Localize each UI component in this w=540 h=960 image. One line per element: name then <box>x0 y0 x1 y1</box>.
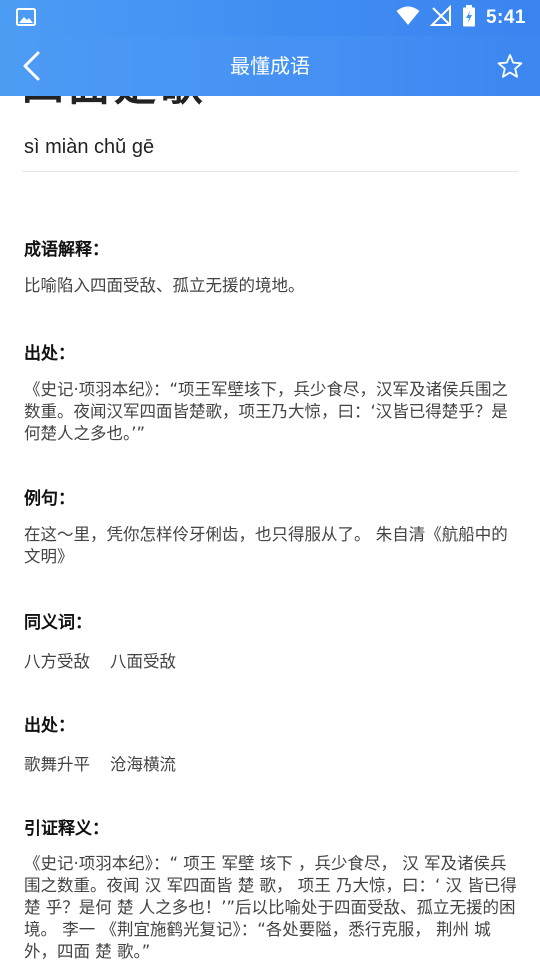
status-bar: 5:41 <box>0 0 540 36</box>
source-text: 《史记·项羽本纪》：“项王军壁垓下，兵少食尽，汉军及诸侯兵围之数重。夜闻汉军四面… <box>24 380 509 443</box>
wifi-icon <box>396 6 420 30</box>
idiom-title: 四面楚歌 <box>22 96 206 113</box>
antonyms-list: 歌舞升平 沧海横流 <box>24 751 176 775</box>
meaning-label: 成语解释： <box>24 240 109 260</box>
citation-text: 《史记·项羽本纪》：“ 项王 军壁 垓下 ，兵少食尽， 汉 军及诸侯兵围之数重。… <box>24 854 517 960</box>
back-button[interactable] <box>14 48 50 84</box>
status-time: 5:41 <box>485 7 526 28</box>
idiom-detail-content[interactable]: 四面楚歌 sì miàn chǔ gē 成语解释： 比喻陷入四面受敌、孤立无援的… <box>0 96 540 960</box>
example-label: 例句： <box>24 489 75 509</box>
page-title: 最懂成语 <box>230 54 310 78</box>
example-text: 在这～里，凭你怎样伶牙俐齿，也只得服从了。 朱自清《航船中的文明》 <box>24 525 508 566</box>
gallery-notification-icon <box>16 8 36 26</box>
meaning-text: 比喻陷入四面受敌、孤立无援的境地。 <box>24 276 305 295</box>
antonym-item[interactable]: 沧海横流 <box>110 751 176 775</box>
divider <box>22 171 518 172</box>
citation-label: 引证释义： <box>24 819 109 839</box>
app-bar: 最懂成语 <box>0 36 540 96</box>
synonym-item[interactable]: 八方受敌 <box>24 648 90 672</box>
chevron-left-icon <box>23 51 40 81</box>
source-label: 出处： <box>24 344 75 364</box>
favorite-button[interactable] <box>492 48 528 84</box>
synonyms-list: 八方受敌 八面受敌 <box>24 648 176 672</box>
star-icon <box>497 54 523 78</box>
battery-icon <box>462 5 476 31</box>
antonyms-label: 出处： <box>24 716 75 736</box>
synonyms-label: 同义词： <box>24 613 92 633</box>
synonym-item[interactable]: 八面受敌 <box>110 648 176 672</box>
signal-off-icon <box>429 4 452 31</box>
antonym-item[interactable]: 歌舞升平 <box>24 751 90 775</box>
idiom-pinyin: sì miàn chǔ gē <box>24 136 155 158</box>
